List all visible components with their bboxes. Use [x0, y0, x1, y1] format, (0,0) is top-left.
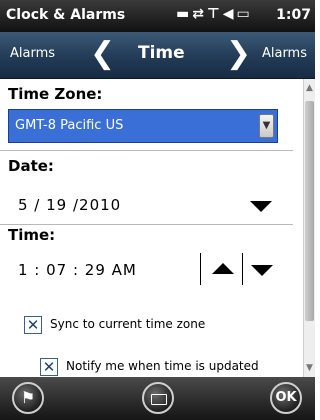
spinner-divider: [242, 253, 243, 285]
time-zone-select[interactable]: GMT-8 Pacific US ▼: [8, 109, 278, 143]
time-label: Time:: [8, 226, 56, 244]
battery-level-icon: ▭: [236, 6, 253, 22]
divider: [0, 150, 293, 151]
vertical-scrollbar[interactable]: ▲ ▼: [303, 79, 315, 377]
time-decrement-arrow-icon[interactable]: [251, 265, 273, 276]
chevron-left-icon[interactable]: ❮: [90, 36, 115, 72]
sync-icon: ⇄: [192, 6, 207, 22]
prev-tab-label[interactable]: Alarms: [10, 46, 55, 61]
notify-checkbox-label[interactable]: Notify me when time is updated: [66, 359, 259, 373]
time-increment-arrow-icon[interactable]: [212, 263, 234, 274]
windows-flag-icon: ⚑: [20, 388, 36, 407]
spinner-divider: [200, 253, 201, 285]
start-button[interactable]: ⚑: [12, 382, 44, 414]
page-title: Time: [138, 43, 185, 63]
sync-checkbox-row[interactable]: ✕ Sync to current time zone: [24, 316, 284, 338]
divider: [0, 224, 293, 225]
time-zone-label: Time Zone:: [8, 85, 103, 103]
dropdown-arrow-icon[interactable]: ▼: [259, 114, 274, 138]
date-dropdown-arrow-icon[interactable]: [250, 201, 272, 212]
status-clock[interactable]: 1:07: [276, 7, 311, 23]
time-zone-value: GMT-8 Pacific US: [15, 118, 124, 133]
settings-form: Time Zone: GMT-8 Pacific US ▼ Date: 5 / …: [0, 79, 303, 377]
scroll-up-icon[interactable]: ▲: [304, 79, 315, 97]
app-title[interactable]: Clock & Alarms: [6, 7, 125, 23]
bottom-bar: ⚑ OK: [0, 377, 315, 420]
status-bar: Clock & Alarms ▬⇄⊤◀▭ 1:07: [0, 0, 315, 32]
next-tab-label[interactable]: Alarms: [262, 46, 307, 61]
keyboard-button[interactable]: [142, 382, 174, 414]
keyboard-icon: [151, 394, 167, 405]
battery-icon: ▬: [176, 6, 193, 22]
scroll-thumb[interactable]: [305, 101, 314, 321]
notify-checkbox[interactable]: ✕: [40, 358, 58, 376]
time-picker[interactable]: 1 : 07 : 29 AM: [0, 251, 293, 289]
date-label: Date:: [8, 157, 54, 175]
status-icons[interactable]: ▬⇄⊤◀▭: [176, 6, 253, 22]
sync-checkbox[interactable]: ✕: [24, 316, 42, 334]
time-value[interactable]: 1 : 07 : 29 AM: [18, 261, 137, 279]
ok-button[interactable]: OK: [270, 382, 302, 414]
scroll-down-icon[interactable]: ▼: [304, 359, 315, 377]
sync-checkbox-label[interactable]: Sync to current time zone: [50, 317, 205, 331]
date-picker[interactable]: 5 / 19 /2010: [0, 187, 293, 223]
date-value[interactable]: 5 / 19 /2010: [18, 196, 121, 214]
nav-bar: Alarms ❮ Time ❯ Alarms: [0, 32, 315, 79]
chevron-right-icon[interactable]: ❯: [226, 36, 251, 72]
speaker-icon: ◀: [222, 6, 237, 22]
signal-icon: ⊤: [206, 6, 223, 22]
